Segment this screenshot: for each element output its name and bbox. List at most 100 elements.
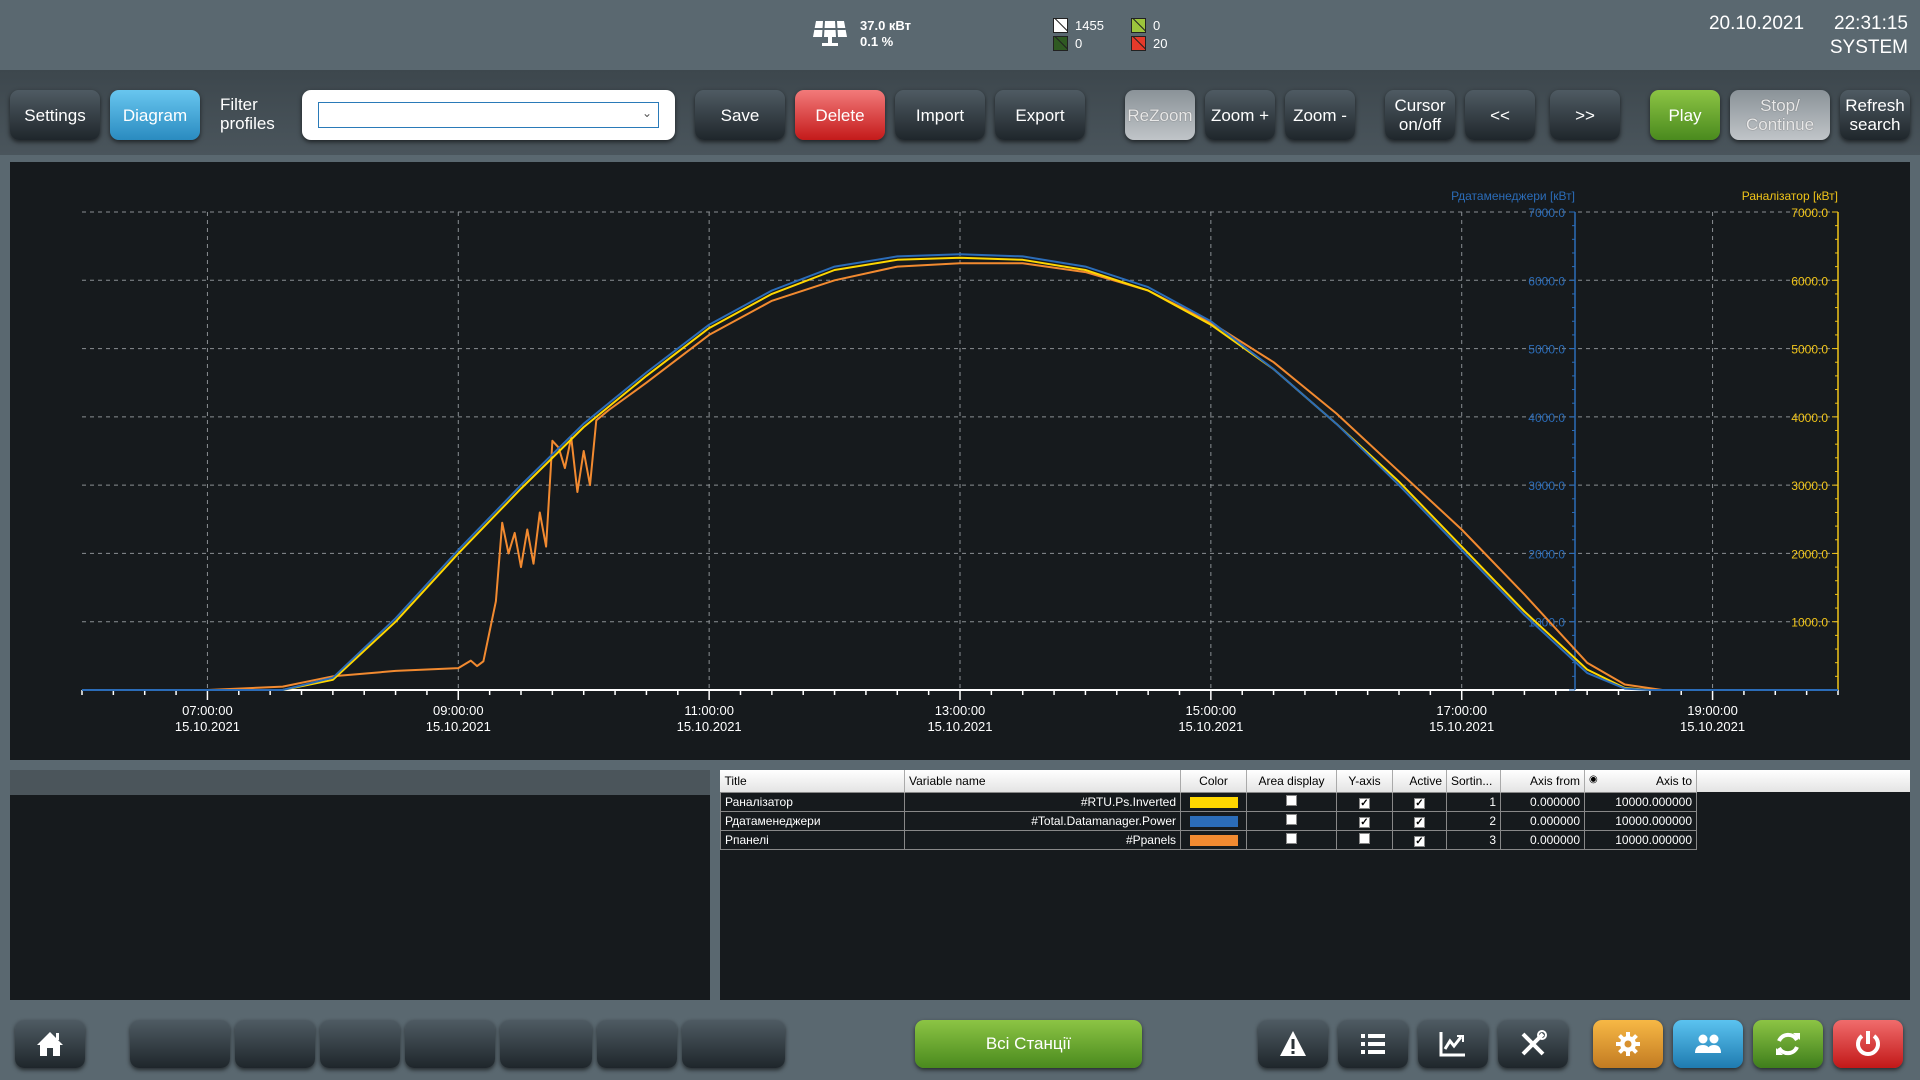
table-row[interactable]: Раналізатор #RTU.Ps.Inverted ✓ ✓ 1 0.000000 10…	[720, 791, 1697, 812]
zoom-out-button[interactable]: Zoom -	[1285, 90, 1355, 140]
save-button[interactable]: Save	[695, 90, 785, 140]
checkbox[interactable]	[1286, 813, 1297, 825]
next-button[interactable]: >>	[1550, 90, 1620, 140]
cell-axis-to: 10000.000000	[1584, 810, 1697, 831]
solar-power-value: 37.0 кВт	[860, 18, 912, 33]
all-stations-button[interactable]: Всі Станції	[915, 1020, 1142, 1068]
checkbox[interactable]: ✓	[1359, 797, 1370, 809]
filter-profiles-label: Filter profiles	[220, 95, 275, 133]
tools-icon	[1521, 1030, 1547, 1056]
rezoom-button[interactable]: ReZoom	[1125, 90, 1195, 140]
cell-variable: #Ppanels	[904, 829, 1181, 850]
alarm-warning-icon	[1280, 1031, 1306, 1056]
cell-area-display	[1246, 810, 1337, 831]
tools-button[interactable]	[1498, 1020, 1568, 1068]
cell-active: ✓	[1392, 829, 1447, 850]
checkbox[interactable]: ✓	[1414, 797, 1425, 809]
nav-slot-5[interactable]	[500, 1020, 592, 1068]
col-axis-from[interactable]: Axis from	[1500, 770, 1585, 792]
y-tick-label: 7000.0	[1791, 206, 1828, 220]
y-tick-label: 7000.0	[1528, 206, 1565, 220]
cell-axis-from: 0.000000	[1500, 829, 1585, 850]
refresh-search-button[interactable]: Refresh search	[1840, 90, 1910, 140]
table-row[interactable]: Рдатаменеджери #Total.Datamanager.Power ✓ ✓…	[720, 810, 1697, 831]
x-tick-label-date: 15.10.2021	[927, 719, 992, 734]
home-button[interactable]	[15, 1020, 85, 1068]
cursor-label-1: Cursor	[1394, 96, 1446, 115]
export-button[interactable]: Export	[995, 90, 1085, 140]
y-tick-label: 2000.0	[1528, 547, 1565, 561]
col-area[interactable]: Area display	[1246, 770, 1337, 792]
color-swatch	[1189, 796, 1238, 808]
col-color[interactable]: Color	[1180, 770, 1247, 792]
x-tick-label-date: 15.10.2021	[1680, 719, 1745, 734]
current-time: 22:31:15	[1834, 13, 1908, 34]
refresh-label-1: Refresh	[1845, 96, 1905, 115]
nav-slot-1[interactable]	[130, 1020, 230, 1068]
cell-color[interactable]	[1180, 810, 1247, 831]
col-sorting[interactable]: Sortin...	[1446, 770, 1501, 792]
cell-active: ✓	[1392, 810, 1447, 831]
cursor-toggle-button[interactable]: Cursor on/off	[1385, 90, 1455, 140]
previous-button[interactable]: <<	[1465, 90, 1535, 140]
col-yaxis[interactable]: Y-axis	[1336, 770, 1393, 792]
checkbox[interactable]	[1286, 794, 1297, 806]
table-row[interactable]: Рпанелі #Ppanels ✓ 3 0.000000 10000.000000	[720, 829, 1697, 850]
nav-slot-6[interactable]	[597, 1020, 677, 1068]
y-tick-label: 6000.0	[1791, 274, 1828, 288]
table-header-row: Title Variable name Color Area display Y…	[720, 770, 1697, 792]
filter-profiles-container: ⌄	[302, 90, 675, 140]
y-tick-label: 4000.0	[1791, 411, 1828, 425]
filter-profiles-select[interactable]: ⌄	[318, 102, 659, 128]
datetime: 20.10.2021 22:31:15 SYSTEM	[1709, 12, 1908, 60]
sync-button[interactable]	[1753, 1020, 1823, 1068]
trend-chart[interactable]: 07:00:0015.10.202109:00:0015.10.202111:0…	[10, 162, 1910, 760]
counter-value: 0	[1153, 18, 1161, 33]
y-axis-title: Рдатаменеджери [кВт]	[1451, 189, 1575, 203]
events-list-button[interactable]	[1338, 1020, 1408, 1068]
checkbox[interactable]	[1359, 832, 1370, 844]
checkbox[interactable]: ✓	[1414, 835, 1425, 847]
checkbox[interactable]: ✓	[1359, 816, 1370, 828]
nav-slot-2[interactable]	[235, 1020, 315, 1068]
cell-yaxis	[1336, 829, 1393, 850]
cell-sorting: 1	[1446, 791, 1501, 812]
col-active[interactable]: Active	[1392, 770, 1447, 792]
delete-button[interactable]: Delete	[795, 90, 885, 140]
binoculars-icon: ◉	[1589, 773, 1598, 785]
import-button[interactable]: Import	[895, 90, 985, 140]
trends-button[interactable]	[1418, 1020, 1488, 1068]
x-tick-label-date: 15.10.2021	[1429, 719, 1494, 734]
cell-sorting: 2	[1446, 810, 1501, 831]
y-tick-label: 4000.0	[1528, 411, 1565, 425]
cell-color[interactable]	[1180, 829, 1247, 850]
cell-axis-to: 10000.000000	[1584, 791, 1697, 812]
cursor-label-2: on/off	[1398, 115, 1442, 134]
info-panel-header	[10, 770, 710, 795]
inverter-red-icon	[1131, 36, 1146, 51]
cell-title: Рдатаменеджери	[720, 810, 905, 831]
nav-slot-7[interactable]	[682, 1020, 785, 1068]
cell-color[interactable]	[1180, 791, 1247, 812]
play-button[interactable]: Play	[1650, 90, 1720, 140]
alarms-button[interactable]	[1258, 1020, 1328, 1068]
settings-button[interactable]: Settings	[10, 90, 100, 140]
diagram-button[interactable]: Diagram	[110, 90, 200, 140]
checkbox[interactable]: ✓	[1414, 816, 1425, 828]
nav-slot-3[interactable]	[320, 1020, 400, 1068]
col-variable[interactable]: Variable name	[904, 770, 1181, 792]
checkbox[interactable]	[1286, 832, 1297, 844]
col-axis-to[interactable]: ◉ Axis to	[1584, 770, 1697, 792]
nav-slot-4[interactable]	[405, 1020, 495, 1068]
inverter-lightgreen-icon	[1131, 18, 1146, 33]
power-button[interactable]	[1833, 1020, 1903, 1068]
inverter-darkgreen-icon	[1053, 36, 1068, 51]
settings-nav-button[interactable]	[1593, 1020, 1663, 1068]
stop-continue-button[interactable]: Stop/ Continue	[1730, 90, 1830, 140]
cell-yaxis: ✓	[1336, 810, 1393, 831]
zoom-in-button[interactable]: Zoom +	[1205, 90, 1275, 140]
chart-panel[interactable]: 07:00:00 15.10.2021 09:00:00 15.10.2021 11:0…	[10, 162, 1910, 760]
col-title[interactable]: Title	[720, 770, 905, 792]
filter-label-line1: Filter	[220, 95, 258, 114]
users-button[interactable]	[1673, 1020, 1743, 1068]
